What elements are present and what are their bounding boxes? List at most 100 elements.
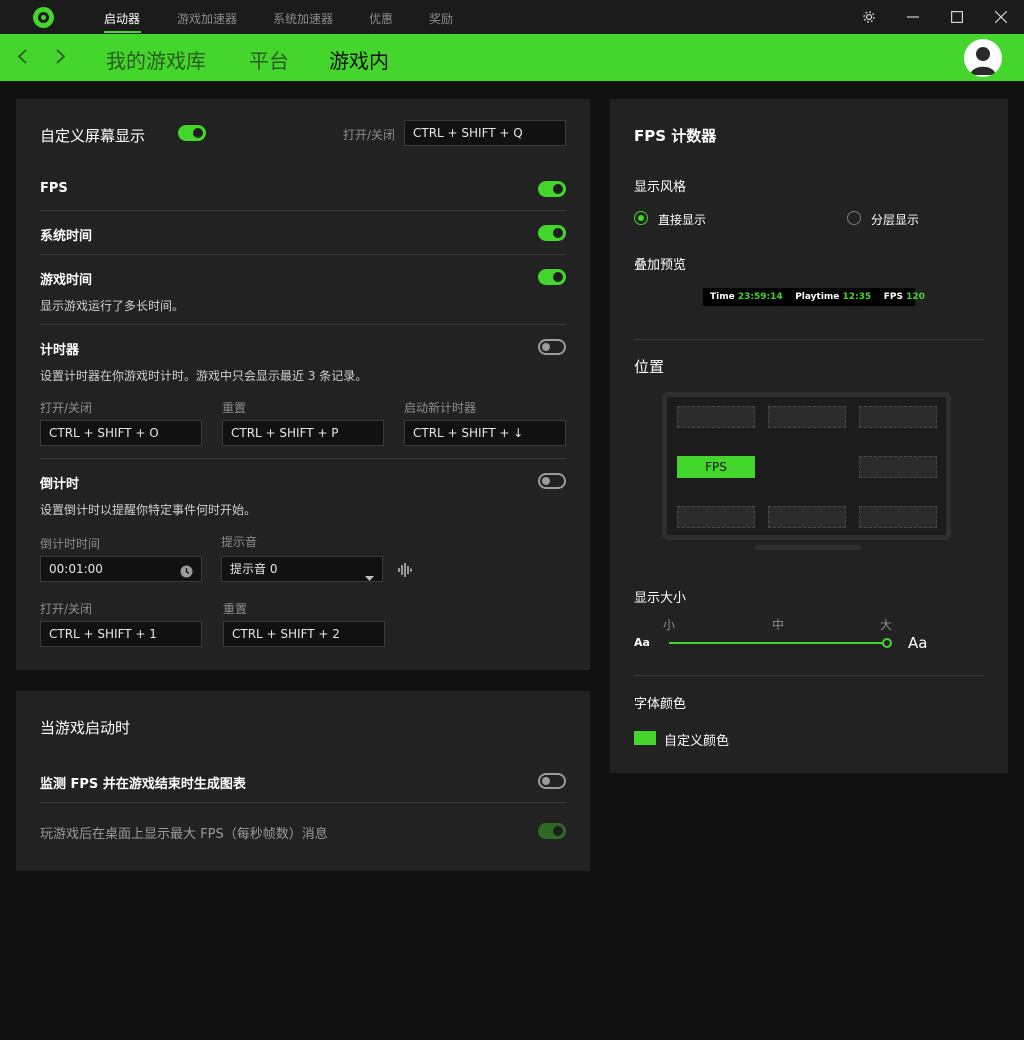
title-bar: 启动器 游戏加速器 系统加速器 优惠 奖励 bbox=[0, 0, 1024, 34]
monitor-fps-label: 监测 FPS 并在游戏结束时生成图表 bbox=[40, 777, 246, 792]
minimize-icon[interactable] bbox=[901, 5, 925, 29]
sound-preview-icon[interactable] bbox=[398, 562, 412, 581]
preview-playtime-key: Playtime bbox=[795, 292, 840, 302]
divider bbox=[40, 324, 566, 325]
timer-toggle-hotkey-field[interactable]: CTRL + SHIFT + O bbox=[40, 420, 202, 446]
countdown-reset-hotkey-field[interactable]: CTRL + SHIFT + 2 bbox=[223, 621, 385, 647]
position-bottom-left[interactable] bbox=[677, 506, 755, 528]
style-layered-label[interactable]: 分层显示 bbox=[871, 211, 919, 228]
color-swatch[interactable] bbox=[634, 731, 656, 745]
countdown-toggle-hotkey-label: 打开/关闭 bbox=[40, 602, 93, 616]
show-max-fps-label: 玩游戏后在桌面上显示最大 FPS（每秒帧数）消息 bbox=[40, 827, 328, 842]
close-icon[interactable] bbox=[989, 5, 1013, 29]
timer-new-hotkey-label: 启动新计时器 bbox=[404, 401, 477, 415]
style-direct-label[interactable]: 直接显示 bbox=[658, 211, 706, 228]
timer-desc: 设置计时器在你游戏时计时。游戏中只会显示最近 3 条记录。 bbox=[40, 369, 368, 383]
razer-cortex-logo-icon bbox=[33, 7, 54, 28]
timer-toggle[interactable] bbox=[538, 339, 566, 355]
size-large-sample: Aa bbox=[908, 634, 928, 652]
countdown-time-value: 00:01:00 bbox=[49, 562, 103, 576]
osd-hotkey-field[interactable]: CTRL + SHIFT + Q bbox=[404, 120, 566, 146]
osd-title: 自定义屏幕显示 bbox=[40, 127, 146, 145]
position-middle-right[interactable] bbox=[859, 456, 937, 478]
size-slider-knob[interactable] bbox=[882, 638, 892, 648]
timer-reset-hotkey-field[interactable]: CTRL + SHIFT + P bbox=[222, 420, 384, 446]
chevron-down-icon bbox=[365, 566, 374, 590]
countdown-time-field[interactable]: 00:01:00 bbox=[40, 556, 202, 582]
position-label: 位置 bbox=[634, 358, 665, 376]
system-time-label: 系统时间 bbox=[40, 229, 93, 244]
size-tick-medium: 中 bbox=[772, 618, 785, 632]
tab-system-booster[interactable]: 系统加速器 bbox=[273, 10, 333, 27]
countdown-sound-select[interactable]: 提示音 0 bbox=[221, 556, 383, 582]
overlay-preview: Time 23:59:14 Playtime 12:35 FPS 120 bbox=[703, 288, 925, 306]
position-bottom-center[interactable] bbox=[768, 506, 846, 528]
tab-deals[interactable]: 优惠 bbox=[369, 10, 393, 27]
clock-icon[interactable] bbox=[180, 562, 193, 586]
size-tick-large: 大 bbox=[880, 618, 893, 632]
timer-label: 计时器 bbox=[40, 343, 80, 358]
countdown-sound-value: 提示音 0 bbox=[230, 562, 278, 576]
user-avatar-icon[interactable] bbox=[964, 39, 1002, 77]
divider bbox=[634, 339, 984, 340]
tab-rewards[interactable]: 奖励 bbox=[429, 10, 453, 27]
position-middle-left[interactable]: FPS bbox=[677, 456, 755, 478]
osd-hotkey-label: 打开/关闭 bbox=[343, 128, 396, 142]
position-top-left[interactable] bbox=[677, 406, 755, 428]
font-color-label: 字体颜色 bbox=[634, 697, 687, 712]
nav-platform[interactable]: 平台 bbox=[249, 45, 289, 74]
countdown-time-label: 倒计时时间 bbox=[40, 537, 101, 551]
nav-my-game-library[interactable]: 我的游戏库 bbox=[106, 45, 206, 74]
divider bbox=[40, 802, 566, 803]
style-direct-radio[interactable] bbox=[634, 211, 648, 225]
chevron-right-icon[interactable] bbox=[52, 42, 68, 72]
position-monitor: FPS bbox=[662, 392, 951, 540]
maximize-icon[interactable] bbox=[945, 5, 969, 29]
divider bbox=[40, 458, 566, 459]
osd-master-toggle[interactable] bbox=[178, 125, 206, 141]
countdown-desc: 设置倒计时以提醒你特定事件何时开始。 bbox=[40, 503, 257, 517]
display-style-label: 显示风格 bbox=[634, 180, 687, 195]
chevron-left-icon[interactable] bbox=[14, 42, 30, 72]
fps-counter-title: FPS 计数器 bbox=[634, 127, 717, 145]
preview-fps-value: 120 bbox=[906, 292, 925, 302]
nav-in-game[interactable]: 游戏内 bbox=[329, 45, 389, 74]
game-launch-panel: 当游戏启动时 监测 FPS 并在游戏结束时生成图表 玩游戏后在桌面上显示最大 F… bbox=[16, 691, 590, 871]
countdown-toggle-hotkey-field[interactable]: CTRL + SHIFT + 1 bbox=[40, 621, 202, 647]
position-bottom-right[interactable] bbox=[859, 506, 937, 528]
display-size-label: 显示大小 bbox=[634, 591, 687, 606]
style-layered-radio[interactable] bbox=[847, 211, 861, 225]
size-slider-track[interactable] bbox=[669, 642, 887, 644]
custom-color-label[interactable]: 自定义颜色 bbox=[664, 730, 729, 749]
game-time-toggle[interactable] bbox=[538, 269, 566, 285]
monitor-fps-toggle[interactable] bbox=[538, 773, 566, 789]
size-tick-small: 小 bbox=[663, 618, 676, 632]
fps-toggle[interactable] bbox=[538, 181, 566, 197]
divider bbox=[634, 675, 984, 676]
timer-new-hotkey-field[interactable]: CTRL + SHIFT + ↓ bbox=[404, 420, 566, 446]
position-top-center[interactable] bbox=[768, 406, 846, 428]
tab-launcher[interactable]: 启动器 bbox=[104, 10, 140, 27]
overlay-preview-label: 叠加预览 bbox=[634, 258, 687, 273]
monitor-stand bbox=[755, 545, 861, 550]
preview-fps-key: FPS bbox=[883, 292, 903, 302]
timer-toggle-hotkey-label: 打开/关闭 bbox=[40, 401, 93, 415]
size-small-sample: Aa bbox=[634, 636, 650, 649]
game-launch-title: 当游戏启动时 bbox=[40, 719, 131, 737]
divider bbox=[40, 210, 566, 211]
countdown-label: 倒计时 bbox=[40, 477, 80, 492]
show-max-fps-toggle[interactable] bbox=[538, 823, 566, 839]
position-top-right[interactable] bbox=[859, 406, 937, 428]
game-time-desc: 显示游戏运行了多长时间。 bbox=[40, 299, 185, 313]
tab-game-booster[interactable]: 游戏加速器 bbox=[177, 10, 237, 27]
countdown-toggle[interactable] bbox=[538, 473, 566, 489]
nav-bar: 我的游戏库 平台 游戏内 bbox=[0, 34, 1024, 81]
divider bbox=[40, 254, 566, 255]
game-time-label: 游戏时间 bbox=[40, 273, 93, 288]
system-time-toggle[interactable] bbox=[538, 225, 566, 241]
preview-playtime-value: 12:35 bbox=[842, 292, 872, 302]
fps-label: FPS bbox=[40, 181, 68, 196]
osd-settings-panel: 自定义屏幕显示 打开/关闭 CTRL + SHIFT + Q FPS 系统时间 … bbox=[16, 99, 590, 670]
gear-icon[interactable] bbox=[857, 5, 881, 29]
preview-time-value: 23:59:14 bbox=[737, 292, 783, 302]
